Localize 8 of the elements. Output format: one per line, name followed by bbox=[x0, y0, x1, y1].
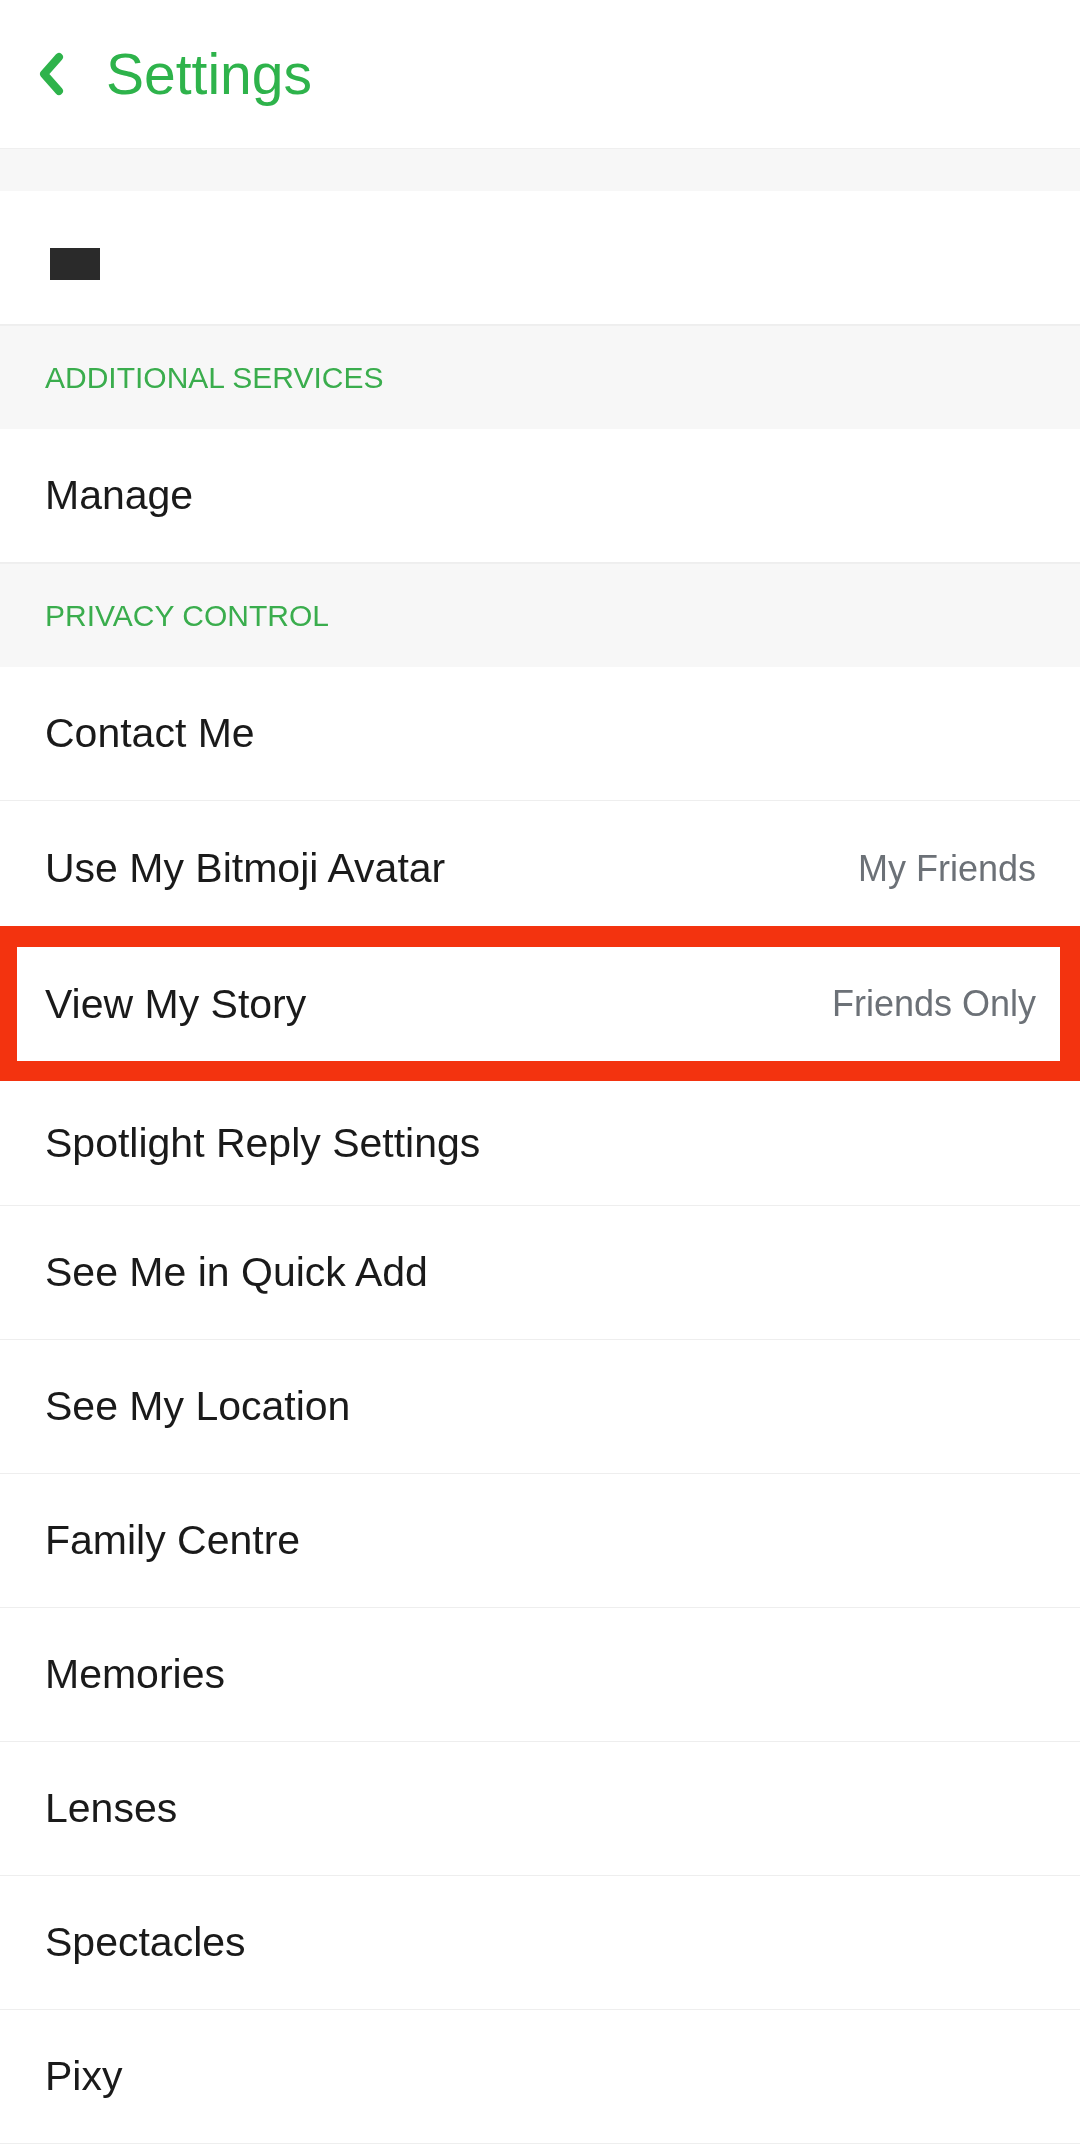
setting-value: Friends Only bbox=[831, 983, 1036, 1025]
back-button[interactable] bbox=[38, 52, 64, 96]
redacted-block bbox=[50, 247, 100, 280]
setting-value: My Friends bbox=[857, 847, 1036, 890]
section-header: ADDITIONAL SERVICES bbox=[0, 325, 1080, 429]
settings-row[interactable]: View My Story Friends Only bbox=[0, 926, 1080, 1081]
chevron-left-icon bbox=[38, 52, 64, 96]
section-header: PRIVACY CONTROL bbox=[0, 563, 1080, 667]
